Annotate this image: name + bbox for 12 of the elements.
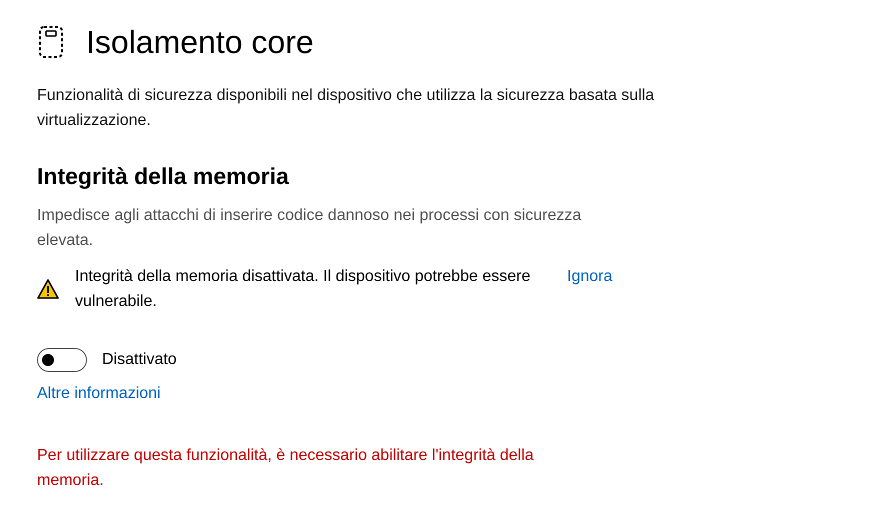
- warning-message: Integrità della memoria disattivata. Il dispositivo potrebbe essere vulnerabile.: [75, 267, 532, 312]
- memory-integrity-toggle[interactable]: [37, 348, 87, 372]
- chip-icon: [38, 25, 64, 59]
- error-message: Per utilizzare questa funzionalità, è necessario abilitare l'integrità della memoria.: [37, 446, 535, 491]
- ignore-link[interactable]: Ignora: [567, 264, 612, 289]
- page-description: Funzionalità di sicurezza disponibili nel dispositivo che utilizza la sicurezza basata sulla virtualizzazione.: [37, 86, 656, 131]
- page-title: Isolamento core: [86, 23, 314, 62]
- toggle-label: Disattivato: [102, 350, 177, 370]
- section-heading: Integrità della memoria: [37, 162, 290, 191]
- more-info-link[interactable]: Altre informazioni: [37, 381, 161, 406]
- warning-icon: [37, 279, 59, 299]
- section-description: Impedisce agli attacchi di inserire codice dannoso nei processi con sicurezza elevata.: [37, 206, 582, 251]
